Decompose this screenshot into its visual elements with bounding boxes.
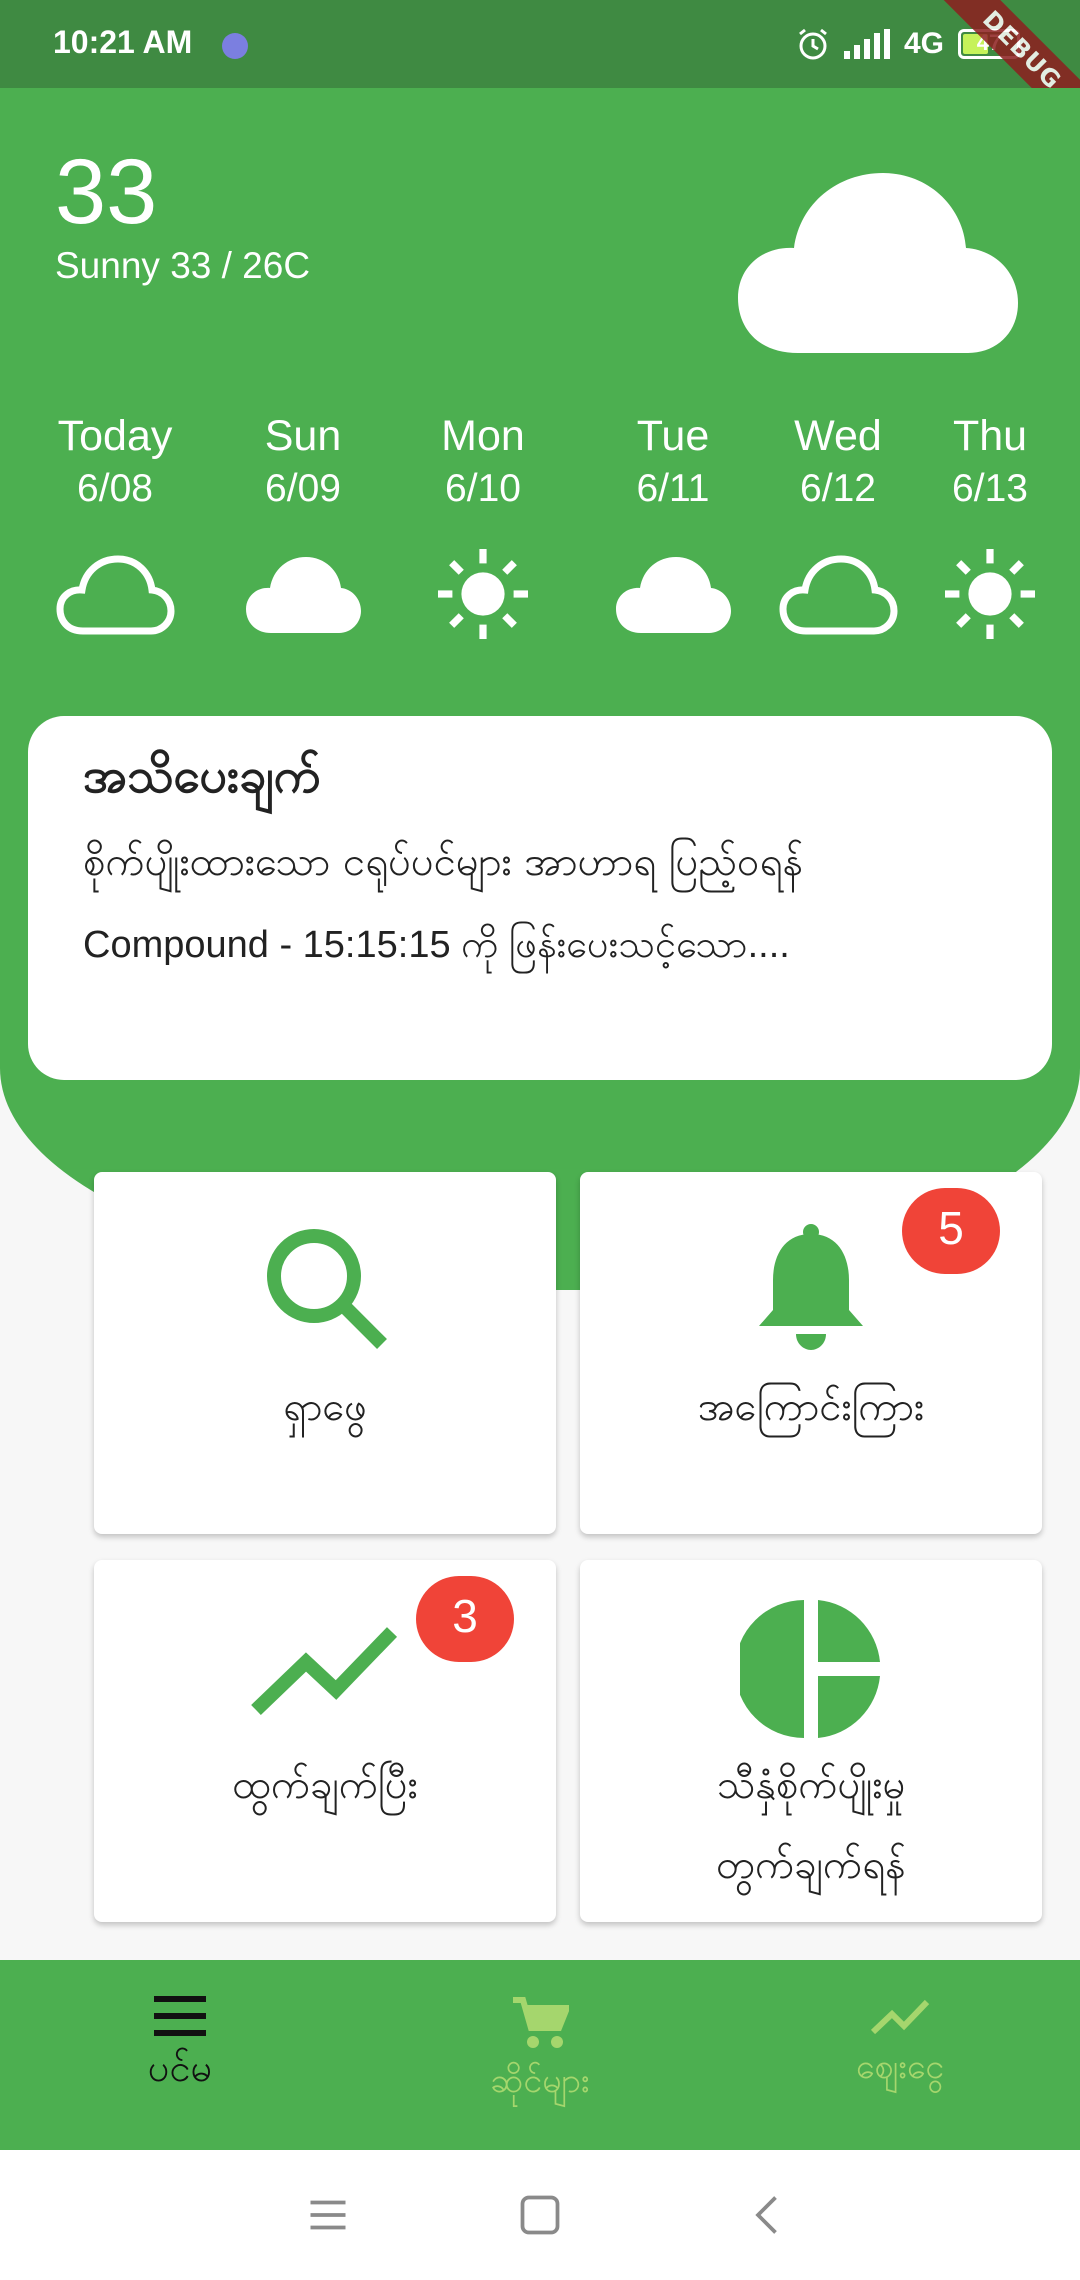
forecast-date: 6/13: [952, 467, 1028, 510]
results-tile-label: ထွက်ချက်ပြီး: [232, 1762, 418, 1808]
alarm-icon: [799, 28, 827, 60]
trending-up-icon: [870, 1999, 930, 2035]
results-tile[interactable]: ထွက်ချက်ပြီး 3: [94, 1560, 556, 1922]
notifications-tile-label: အကြောင်းကြား: [697, 1384, 925, 1430]
notice-text: စိုက်ပျိုးထားသော ငရုပ်ပင်များ အာဟာရ ပြည့…: [83, 839, 804, 885]
menu-icon: [154, 1996, 206, 2036]
forecast-day[interactable]: Thu 6/13: [915, 412, 1065, 639]
bottom-navigation: ပင်မ ဆိုင်များ ဈေးငွေ: [0, 1960, 1080, 2150]
signal-icon: [843, 29, 890, 59]
forecast-day-name: Thu: [952, 412, 1028, 460]
nav-shops[interactable]: ဆိုင်များ: [360, 1960, 720, 2150]
forecast-day[interactable]: Today 6/08: [25, 412, 205, 639]
status-time: 10:21 AM: [53, 24, 193, 60]
current-temperature: 33: [55, 141, 158, 243]
home-button-icon[interactable]: [510, 2190, 570, 2240]
nav-prices[interactable]: ဈေးငွေ: [720, 1960, 1080, 2150]
cloud-outline-icon: [779, 555, 898, 635]
sun-icon: [438, 549, 528, 639]
status-bar: 10:21 AM 4G 47 DEBUG: [0, 0, 1080, 149]
nav-shops-label: ဆိုင်များ: [490, 2061, 590, 2101]
search-tile[interactable]: ရှာဖွေ: [94, 1172, 556, 1534]
results-badge: 3: [416, 1576, 514, 1662]
bell-icon: [759, 1224, 863, 1350]
search-tile-label: ရှာဖွေ: [283, 1384, 367, 1430]
crop-calculation-label-line2: တွက်ချက်ရန်: [716, 1842, 906, 1888]
forecast-date: 6/09: [265, 467, 341, 510]
forecast-day-name: Tue: [636, 412, 710, 460]
cloud-icon: [738, 173, 1018, 353]
back-icon[interactable]: [738, 2190, 798, 2240]
notice-card[interactable]: အသိပေးချက် စိုက်ပျိုးထားသော ငရုပ်ပင်များ…: [28, 716, 1052, 1080]
trending-up-icon: [251, 1627, 398, 1716]
notification-badge: 5: [902, 1188, 1000, 1274]
pie-chart-icon: [740, 1600, 880, 1738]
forecast-strip: Today 6/08 Sun 6/09 Mon 6/10 Tue 6/11 We…: [0, 412, 1080, 652]
cart-icon: [513, 1997, 569, 2048]
forecast-day[interactable]: Tue 6/11: [583, 412, 763, 639]
notice-title: အသိပေးချက်: [83, 748, 321, 804]
system-navigation-bar: [0, 2150, 1080, 2280]
nav-prices-label: ဈေးငွေ: [855, 2047, 945, 2087]
search-icon: [267, 1229, 387, 1349]
forecast-day[interactable]: Sun 6/09: [213, 412, 393, 639]
forecast-day-name: Wed: [794, 412, 882, 460]
nav-home[interactable]: ပင်မ: [0, 1960, 360, 2150]
forecast-day[interactable]: Mon 6/10: [393, 412, 573, 639]
sun-icon: [945, 549, 1035, 639]
notifications-tile[interactable]: အကြောင်းကြား 5: [580, 1172, 1042, 1534]
cloud-outline-icon: [56, 555, 175, 635]
notification-dot-icon: [222, 33, 248, 59]
forecast-day[interactable]: Wed 6/12: [748, 412, 928, 639]
forecast-day-name: Sun: [264, 412, 342, 460]
crop-calculation-label-line1: သီနှံစိုက်ပျိုးမှု: [716, 1762, 906, 1808]
forecast-date: 6/11: [636, 467, 710, 510]
network-type: 4G: [903, 27, 944, 60]
cloud-icon: [246, 557, 361, 633]
forecast-date: 6/08: [77, 467, 153, 510]
app-screen: 10:21 AM 4G 47 DEBUG 33 Sunny 33 / 26C: [0, 0, 1080, 2280]
forecast-date: 6/10: [445, 467, 521, 510]
nav-home-label: ပင်မ: [147, 2046, 213, 2090]
notice-text-detail: Compound - 15:15:15 ကို ဖြန်းပေးသင့်သော.…: [83, 924, 790, 966]
cloud-icon: [616, 557, 731, 633]
forecast-date: 6/12: [800, 467, 876, 510]
forecast-day-name: Mon: [441, 412, 525, 460]
forecast-day-name: Today: [57, 412, 173, 460]
current-weather-description: Sunny 33 / 26C: [55, 245, 311, 286]
crop-calculation-tile[interactable]: သီနှံစိုက်ပျိုးမှု တွက်ချက်ရန်: [580, 1560, 1042, 1922]
recent-apps-icon[interactable]: [298, 2190, 358, 2240]
